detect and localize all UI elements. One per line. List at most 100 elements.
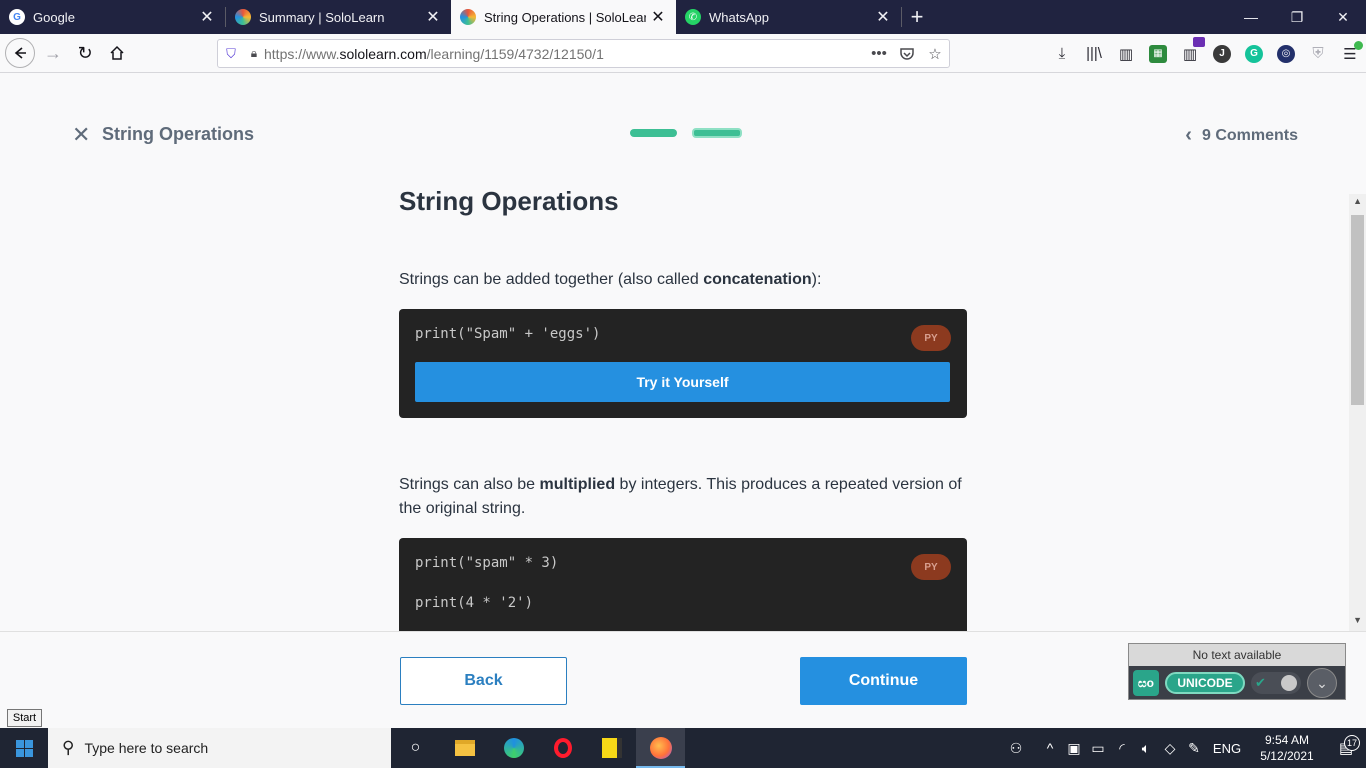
code-line[interactable]: print("spam" * 3) (399, 538, 967, 571)
restore-icon[interactable]: ❐ (1274, 0, 1320, 34)
progress-step-1[interactable] (630, 129, 677, 137)
notifications-icon[interactable]: ▤ 17 (1326, 735, 1366, 757)
lock-icon[interactable]: 🔒︎ (244, 46, 264, 61)
tab-bar: G Google ✕ Summary | SoloLearn ✕ String … (0, 0, 1366, 34)
paragraph-multiplication: Strings can also be multiplied by intege… (399, 476, 962, 517)
dropbox-icon[interactable]: ◇ (1158, 740, 1182, 757)
extension-j-icon[interactable]: J (1206, 38, 1238, 70)
file-explorer-icon[interactable] (440, 728, 489, 768)
lesson-content: String Operations Strings can be added t… (399, 184, 967, 631)
unicode-logo-icon[interactable]: සo (1133, 670, 1159, 696)
scrollbar-thumb[interactable] (1351, 215, 1364, 405)
wifi-icon[interactable]: ◜ (1110, 740, 1134, 757)
edge-icon[interactable] (489, 728, 538, 768)
url-text[interactable]: https://www.sololearn.com/learning/1159/… (264, 46, 865, 62)
tab-summary-sololearn[interactable]: Summary | SoloLearn ✕ (226, 0, 451, 34)
unicode-mode-button[interactable]: UNICODE (1165, 672, 1245, 694)
sticky-notes-icon[interactable] (587, 728, 636, 768)
firefox-icon[interactable] (636, 728, 685, 768)
menu-icon[interactable]: ☰ (1334, 38, 1366, 70)
code-line[interactable]: print("Spam" + 'eggs') (399, 309, 967, 342)
tab-title: Summary | SoloLearn (259, 9, 385, 25)
back-icon[interactable] (5, 38, 35, 68)
windows-logo-icon (15, 739, 33, 757)
continue-button[interactable]: Continue (800, 657, 967, 705)
toolbar-right: ⤓ |||\ ▥ ▦ ▥ J G ◎ ⛨ ☰ (1046, 34, 1366, 73)
lesson-progress (630, 128, 742, 138)
language-badge: PY (911, 554, 951, 580)
extension-sheet-icon[interactable]: ▦ (1142, 38, 1174, 70)
code-block-1: print("Spam" + 'eggs') PY Try it Yoursel… (399, 309, 967, 418)
close-window-icon[interactable]: ✕ (1320, 0, 1366, 34)
downloads-icon[interactable]: ⤓ (1046, 38, 1078, 70)
privacy-shield-icon[interactable]: ⛨ (1302, 38, 1334, 70)
window-controls: — ❐ ✕ (1228, 0, 1366, 34)
grammarly-icon[interactable]: G (1238, 38, 1270, 70)
language-badge: PY (911, 325, 951, 351)
comments-link[interactable]: ‹ 9 Comments (1185, 124, 1298, 147)
tab-title: WhatsApp (709, 9, 769, 25)
lesson-heading: String Operations (399, 186, 619, 216)
try-it-yourself-button[interactable]: Try it Yourself (415, 362, 950, 402)
language-indicator[interactable]: ENG (1206, 741, 1248, 756)
sololearn-icon (460, 9, 476, 25)
scroll-up-icon[interactable]: ▲ (1353, 196, 1362, 206)
close-icon[interactable]: ✕ (871, 5, 895, 29)
progress-step-2[interactable] (692, 128, 742, 138)
extension-bars-icon[interactable]: ▥ (1174, 36, 1206, 70)
lesson-page: ✕ String Operations ‹ 9 Comments String … (0, 74, 1366, 631)
library-icon[interactable]: |||\ (1078, 38, 1110, 70)
tab-whatsapp[interactable]: ✆ WhatsApp ✕ (676, 0, 901, 34)
close-lesson-icon[interactable]: ✕ (72, 122, 90, 148)
search-icon: ⚲ (62, 738, 75, 757)
tracking-shield-icon[interactable]: ⛉ (218, 46, 244, 62)
minimize-icon[interactable]: — (1228, 0, 1274, 34)
opera-icon[interactable] (538, 728, 587, 768)
tab-title: Google (33, 9, 75, 25)
tab-string-operations[interactable]: String Operations | SoloLearn ✕ (451, 0, 676, 34)
page-actions-icon[interactable]: ••• (865, 45, 893, 62)
windows-taskbar: ⚲ Type here to search ○ ⚇ ^ ▣ ▭ ◜ 🔈︎ ◇ ✎… (0, 728, 1366, 768)
clock[interactable]: 9:54 AM 5/12/2021 (1248, 732, 1326, 764)
camera-icon[interactable]: ▣ (1062, 740, 1086, 757)
paragraph-concatenation: Strings can be added together (also call… (399, 271, 822, 288)
volume-icon[interactable]: 🔈︎ (1134, 740, 1158, 757)
chevron-up-icon[interactable]: ^ (1038, 740, 1062, 756)
sololearn-icon (235, 9, 251, 25)
clock-time: 9:54 AM (1264, 733, 1310, 747)
people-icon[interactable]: ⚇ (1004, 740, 1028, 757)
nav-bar: → ↻ ⛉ 🔒︎ https://www.sololearn.com/learn… (0, 34, 1366, 73)
scroll-down-icon[interactable]: ▼ (1353, 615, 1362, 625)
tab-google[interactable]: G Google ✕ (0, 0, 225, 34)
unicode-status: No text available (1129, 644, 1345, 666)
taskbar-search[interactable]: ⚲ Type here to search (48, 728, 391, 768)
google-icon: G (9, 9, 25, 25)
notification-count: 17 (1344, 735, 1360, 751)
clock-date: 5/12/2021 (1260, 749, 1314, 763)
windows-start-button[interactable] (0, 728, 48, 768)
code-block-2: print("spam" * 3) print(4 * '2') PY (399, 538, 967, 631)
extension-globe-icon[interactable]: ◎ (1270, 38, 1302, 70)
bookmark-star-icon[interactable]: ☆ (921, 45, 949, 63)
close-icon[interactable]: ✕ (421, 5, 445, 29)
toggle-knob (1281, 675, 1297, 691)
pocket-icon[interactable] (893, 46, 921, 62)
unicode-toggle[interactable]: ✔ (1251, 672, 1301, 694)
close-icon[interactable]: ✕ (195, 5, 219, 29)
sidebar-icon[interactable]: ▥ (1110, 38, 1142, 70)
battery-icon[interactable]: ▭ (1086, 740, 1110, 757)
comments-label: 9 Comments (1201, 126, 1298, 144)
tab-title: String Operations | SoloLearn (484, 9, 646, 25)
start-tooltip: Start (7, 709, 42, 727)
cortana-icon[interactable]: ○ (391, 728, 440, 768)
url-bar[interactable]: ⛉ 🔒︎ https://www.sololearn.com/learning/… (217, 39, 950, 68)
pen-icon[interactable]: ✎ (1182, 740, 1206, 757)
back-button[interactable]: Back (400, 657, 567, 705)
home-icon[interactable] (101, 37, 133, 69)
code-line[interactable]: print(4 * '2') (399, 571, 967, 611)
reload-icon[interactable]: ↻ (69, 37, 101, 69)
forward-icon[interactable]: → (37, 37, 69, 69)
new-tab-button[interactable]: + (902, 0, 932, 34)
chevron-down-icon[interactable]: ⌄ (1307, 668, 1337, 698)
close-icon[interactable]: ✕ (646, 5, 670, 29)
